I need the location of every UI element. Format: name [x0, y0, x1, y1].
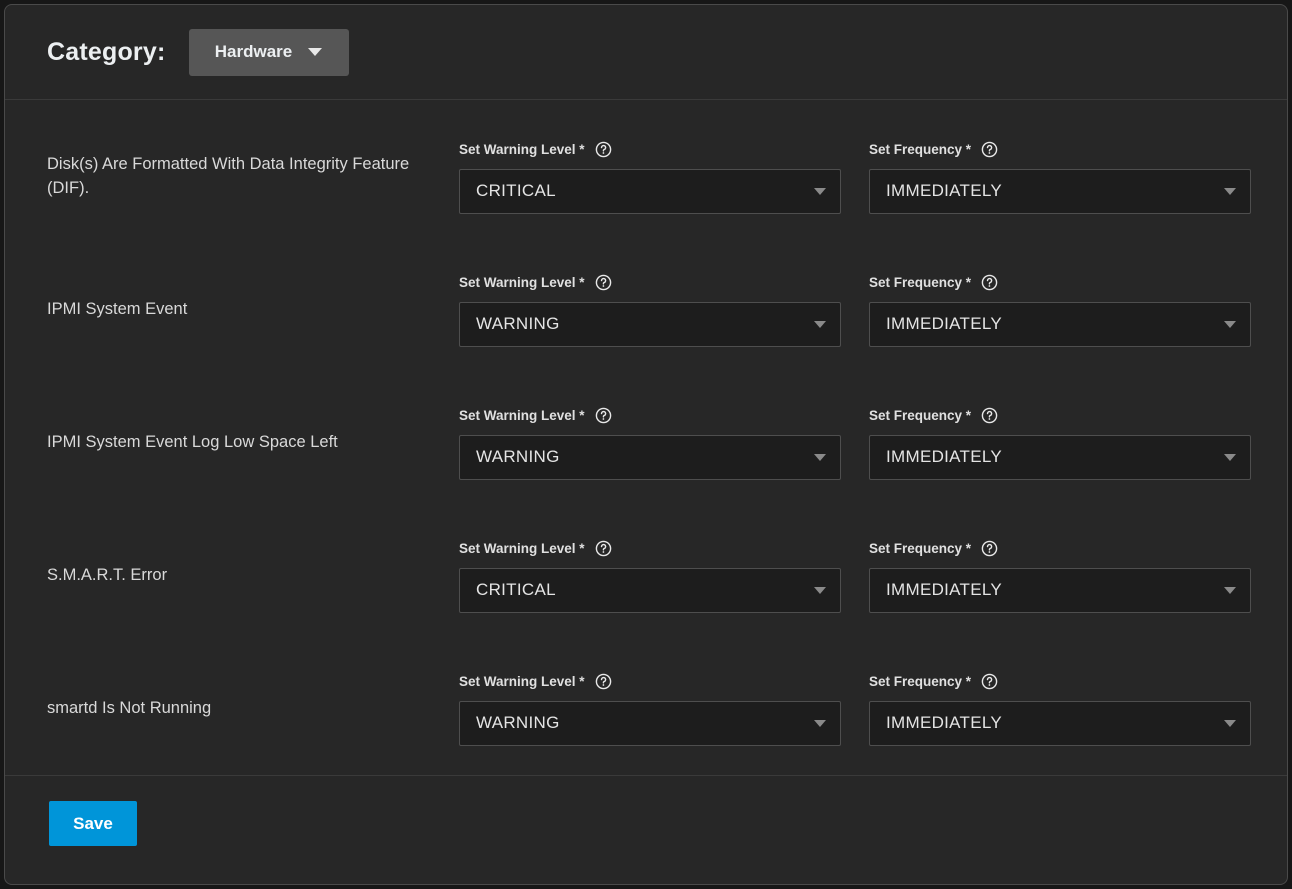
- warning-level-field: Set Warning Level * WARNING: [459, 273, 841, 347]
- table-row: smartd Is Not Running Set Warning Level …: [5, 642, 1287, 775]
- warning-level-select[interactable]: CRITICAL: [459, 567, 841, 613]
- frequency-value: IMMEDIATELY: [886, 447, 1003, 466]
- help-circle-icon[interactable]: [981, 407, 998, 424]
- chevron-down-icon: [814, 586, 826, 594]
- help-circle-icon[interactable]: [981, 274, 998, 291]
- warning-level-field: Set Warning Level * WARNING: [459, 406, 841, 480]
- warning-level-label: Set Warning Level *: [459, 408, 585, 423]
- category-dropdown-value: Hardware: [214, 42, 293, 61]
- warning-level-value: WARNING: [476, 314, 560, 333]
- frequency-label: Set Frequency *: [869, 674, 972, 689]
- panel-header: Category: Hardware: [5, 5, 1287, 100]
- warning-level-select[interactable]: WARNING: [459, 434, 841, 480]
- frequency-field: Set Frequency * IMMEDIATELY: [869, 539, 1251, 613]
- frequency-label: Set Frequency *: [869, 408, 972, 423]
- warning-level-value: CRITICAL: [476, 181, 556, 200]
- warning-level-label: Set Warning Level *: [459, 275, 585, 290]
- help-circle-icon[interactable]: [595, 540, 612, 557]
- frequency-field: Set Frequency * IMMEDIATELY: [869, 672, 1251, 746]
- help-circle-icon[interactable]: [981, 141, 998, 158]
- warning-level-value: CRITICAL: [476, 580, 556, 599]
- chevron-down-icon: [814, 187, 826, 195]
- frequency-label: Set Frequency *: [869, 142, 972, 157]
- panel-footer: Save: [5, 775, 1287, 871]
- frequency-field: Set Frequency * IMMEDIATELY: [869, 406, 1251, 480]
- alert-title: Disk(s) Are Formatted With Data Integrit…: [47, 154, 410, 197]
- warning-level-value: WARNING: [476, 713, 560, 732]
- category-dropdown-button[interactable]: Hardware: [188, 28, 349, 76]
- frequency-label-line: Set Frequency *: [869, 406, 1251, 426]
- help-circle-icon[interactable]: [595, 141, 612, 158]
- frequency-select[interactable]: IMMEDIATELY: [869, 168, 1251, 214]
- frequency-label: Set Frequency *: [869, 275, 972, 290]
- frequency-label-line: Set Frequency *: [869, 672, 1251, 692]
- alert-rows-list: Disk(s) Are Formatted With Data Integrit…: [5, 100, 1287, 775]
- frequency-label-line: Set Frequency *: [869, 539, 1251, 559]
- help-circle-icon[interactable]: [595, 274, 612, 291]
- frequency-label-line: Set Frequency *: [869, 273, 1251, 293]
- table-row: Disk(s) Are Formatted With Data Integrit…: [5, 110, 1287, 243]
- help-circle-icon[interactable]: [595, 407, 612, 424]
- chevron-down-icon: [1224, 320, 1236, 328]
- warning-level-label-line: Set Warning Level *: [459, 140, 841, 160]
- warning-level-value: WARNING: [476, 447, 560, 466]
- frequency-label-line: Set Frequency *: [869, 140, 1251, 160]
- help-circle-icon[interactable]: [595, 673, 612, 690]
- warning-level-label: Set Warning Level *: [459, 541, 585, 556]
- warning-level-label: Set Warning Level *: [459, 142, 585, 157]
- help-circle-icon[interactable]: [981, 540, 998, 557]
- table-row: IPMI System Event Log Low Space Left Set…: [5, 376, 1287, 509]
- warning-level-field: Set Warning Level * CRITICAL: [459, 140, 841, 214]
- alert-title: IPMI System Event Log Low Space Left: [47, 432, 338, 451]
- frequency-value: IMMEDIATELY: [886, 580, 1003, 599]
- warning-level-label: Set Warning Level *: [459, 674, 585, 689]
- chevron-down-icon: [1224, 453, 1236, 461]
- alert-settings-panel: Category: Hardware Disk(s) Are Formatted…: [4, 4, 1288, 885]
- frequency-select[interactable]: IMMEDIATELY: [869, 434, 1251, 480]
- frequency-label: Set Frequency *: [869, 541, 972, 556]
- frequency-select[interactable]: IMMEDIATELY: [869, 700, 1251, 746]
- warning-level-select[interactable]: WARNING: [459, 700, 841, 746]
- alert-title: S.M.A.R.T. Error: [47, 565, 168, 584]
- frequency-field: Set Frequency * IMMEDIATELY: [869, 140, 1251, 214]
- chevron-down-icon: [1224, 187, 1236, 195]
- alert-title: IPMI System Event: [47, 299, 188, 318]
- table-row: S.M.A.R.T. Error Set Warning Level * CRI…: [5, 509, 1287, 642]
- frequency-value: IMMEDIATELY: [886, 181, 1003, 200]
- frequency-value: IMMEDIATELY: [886, 314, 1003, 333]
- chevron-down-icon: [1224, 586, 1236, 594]
- frequency-value: IMMEDIATELY: [886, 713, 1003, 732]
- warning-level-field: Set Warning Level * WARNING: [459, 672, 841, 746]
- alert-title: smartd Is Not Running: [47, 698, 212, 717]
- warning-level-select[interactable]: WARNING: [459, 301, 841, 347]
- save-button[interactable]: Save: [49, 801, 137, 846]
- category-label: Category:: [47, 37, 166, 66]
- frequency-field: Set Frequency * IMMEDIATELY: [869, 273, 1251, 347]
- warning-level-field: Set Warning Level * CRITICAL: [459, 539, 841, 613]
- chevron-down-icon: [814, 320, 826, 328]
- frequency-select[interactable]: IMMEDIATELY: [869, 567, 1251, 613]
- chevron-down-icon: [308, 48, 323, 56]
- chevron-down-icon: [1224, 719, 1236, 727]
- help-circle-icon[interactable]: [981, 673, 998, 690]
- frequency-select[interactable]: IMMEDIATELY: [869, 301, 1251, 347]
- chevron-down-icon: [814, 453, 826, 461]
- warning-level-label-line: Set Warning Level *: [459, 672, 841, 692]
- table-row: IPMI System Event Set Warning Level * WA…: [5, 243, 1287, 376]
- warning-level-label-line: Set Warning Level *: [459, 406, 841, 426]
- warning-level-label-line: Set Warning Level *: [459, 539, 841, 559]
- warning-level-label-line: Set Warning Level *: [459, 273, 841, 293]
- chevron-down-icon: [814, 719, 826, 727]
- warning-level-select[interactable]: CRITICAL: [459, 168, 841, 214]
